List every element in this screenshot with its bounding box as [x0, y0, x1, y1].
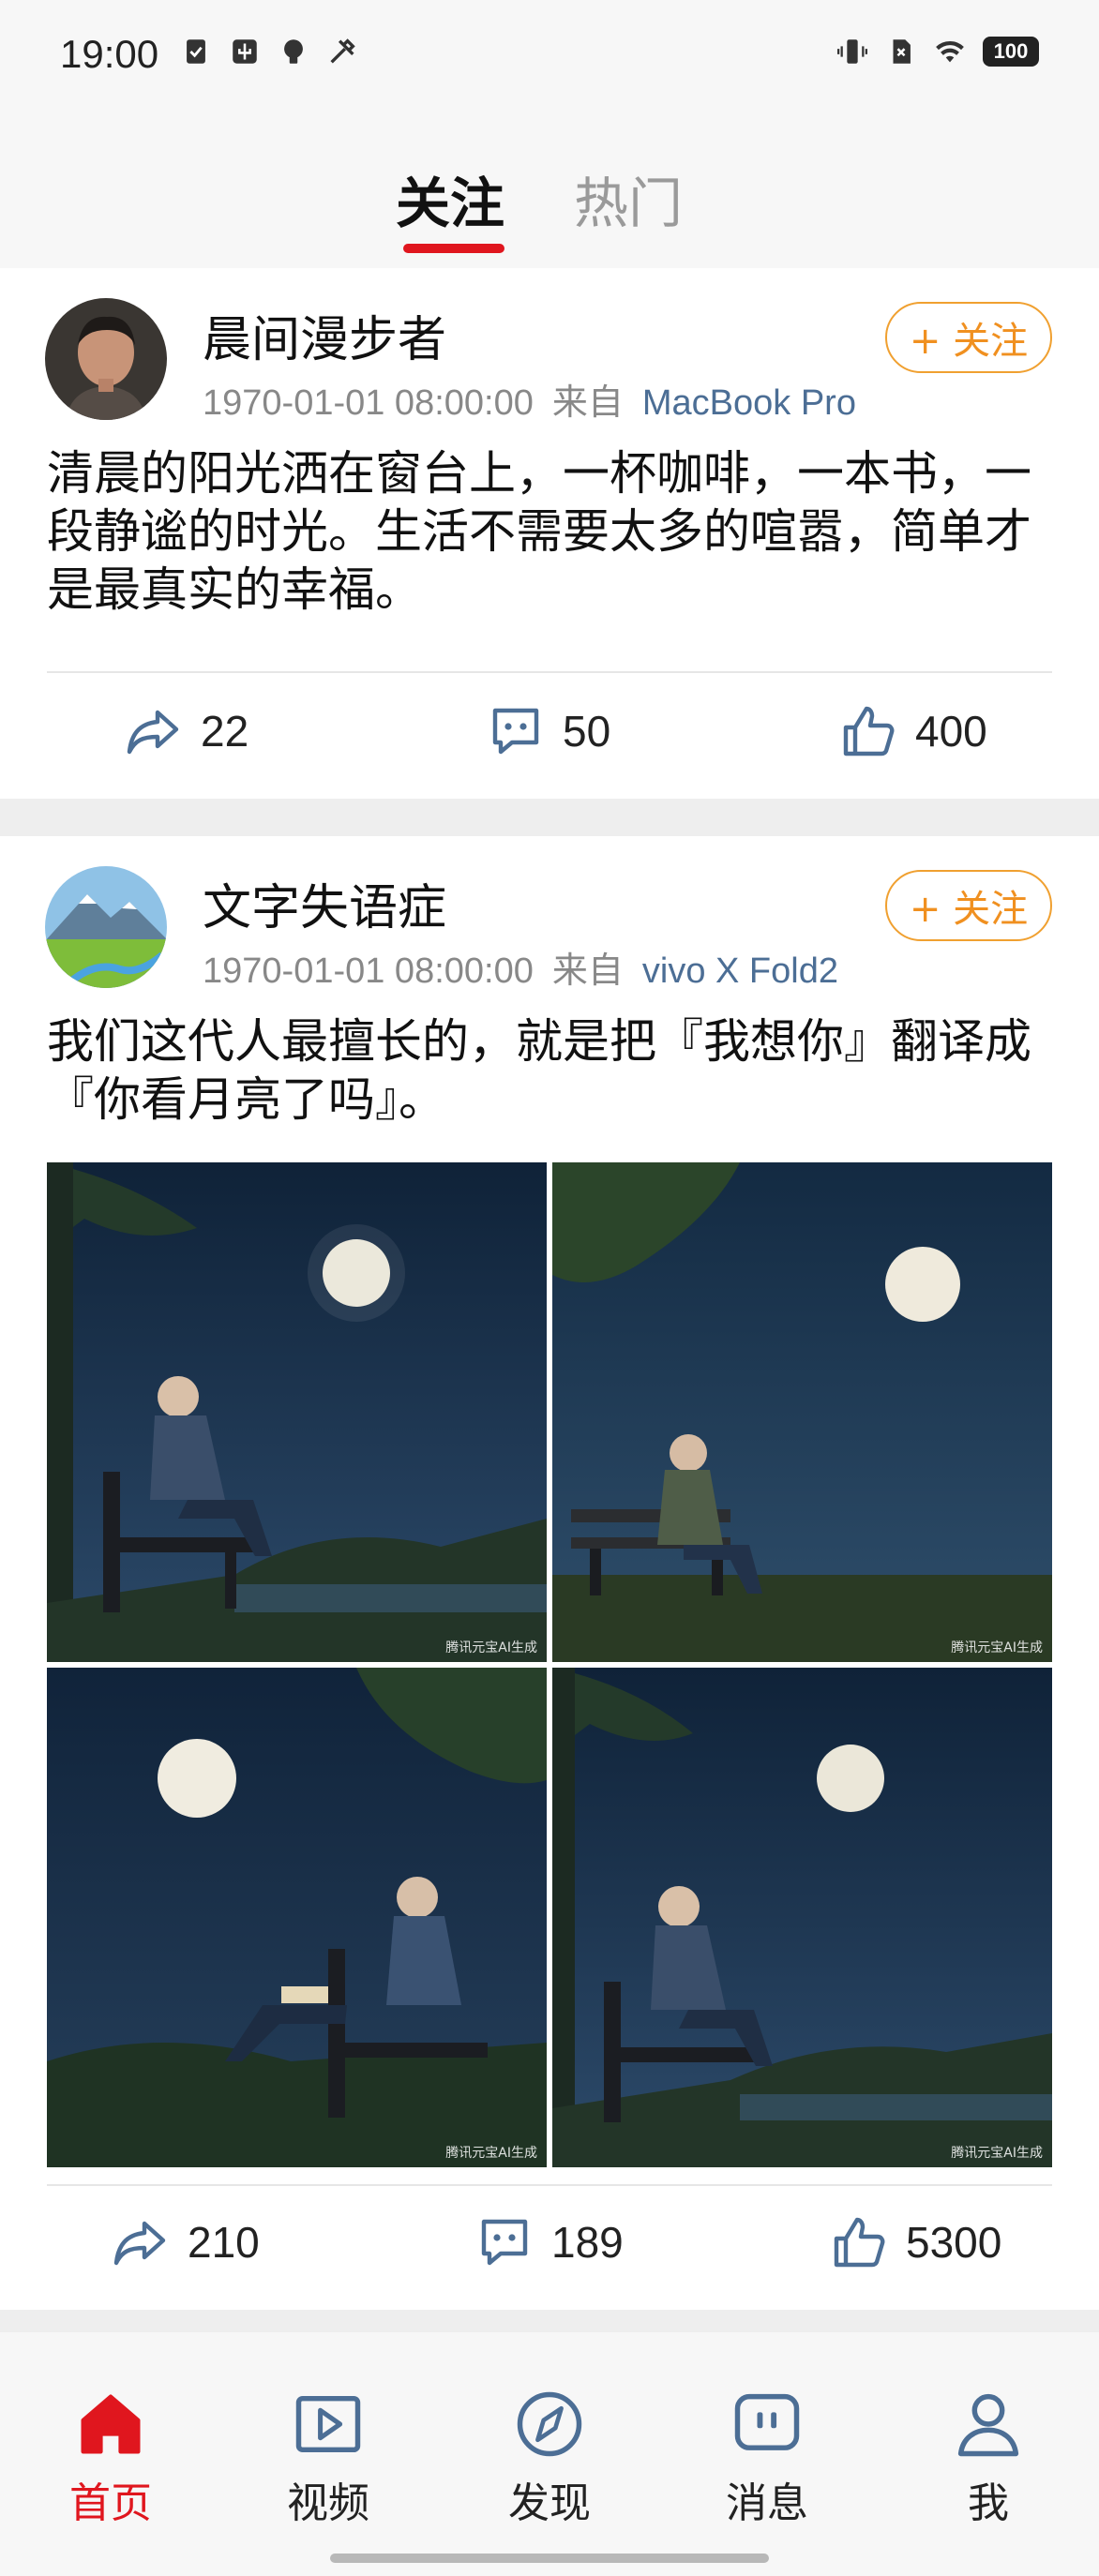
comment-count: 189	[551, 2218, 624, 2267]
nav-label: 首页	[69, 2479, 152, 2527]
comment-button[interactable]: 189	[474, 2212, 624, 2272]
repost-button[interactable]: 210	[111, 2212, 260, 2272]
avatar-portrait-image	[45, 298, 167, 420]
nav-label: 消息	[726, 2479, 808, 2527]
profile-icon	[957, 2393, 1019, 2457]
divider	[47, 2184, 1052, 2186]
nav-video[interactable]: 视频	[253, 2385, 403, 2529]
image-watermark: 腾讯元宝AI生成	[951, 1640, 1043, 1655]
post-image[interactable]: 腾讯元宝AI生成	[552, 1162, 1052, 1662]
like-count: 400	[915, 707, 987, 756]
nav-label: 视频	[287, 2479, 369, 2527]
message-icon	[734, 2393, 800, 2450]
repost-count: 22	[201, 707, 249, 756]
post-actions: 210 189 5300	[0, 2188, 1099, 2300]
avatar-landscape-image	[45, 866, 167, 988]
like-count: 5300	[906, 2218, 1002, 2267]
home-indicator[interactable]	[330, 2554, 769, 2563]
status-bar: 19:00 100	[0, 0, 1099, 112]
repost-count: 210	[188, 2218, 260, 2267]
app-screen: 19:00 100 关注 热门 晨间漫步者 1970-01-01 08:00:0…	[0, 0, 1099, 2576]
author-avatar[interactable]	[45, 866, 167, 988]
moon-night-image	[552, 1162, 1052, 1662]
comment-icon	[481, 2219, 528, 2266]
nav-profile[interactable]: 我	[913, 2385, 1063, 2529]
from-label: 来自	[551, 383, 624, 423]
post-image[interactable]: 腾讯元宝AI生成	[47, 1668, 547, 2167]
nav-home[interactable]: 首页	[36, 2385, 186, 2529]
feed-tabs: 关注 热门	[0, 112, 1099, 268]
share-icon	[127, 710, 179, 755]
post-timestamp: 1970-01-01 08:00:00	[203, 383, 534, 423]
bottom-nav: 首页 视频 发现 消息 我	[0, 2332, 1099, 2576]
tools-icon	[330, 38, 355, 64]
follow-button[interactable]: + 关注	[885, 302, 1052, 373]
usb-debug-icon	[233, 39, 257, 64]
post-actions: 22 50 400	[0, 677, 1099, 789]
author-avatar[interactable]	[45, 298, 167, 420]
like-button[interactable]: 400	[838, 701, 987, 761]
clipboard-check-icon	[187, 39, 205, 64]
follow-button[interactable]: + 关注	[885, 870, 1052, 941]
image-grid: 腾讯元宝AI生成 腾讯元宝AI生成 腾讯元宝AI生成 腾讯元宝AI生成	[47, 1162, 1052, 2167]
post-timestamp: 1970-01-01 08:00:00	[203, 951, 534, 991]
nav-discover[interactable]: 发现	[474, 2385, 625, 2529]
post-card[interactable]: 晨间漫步者 1970-01-01 08:00:00 来自 MacBook Pro +…	[0, 268, 1099, 799]
moon-night-image	[47, 1162, 547, 1662]
battery-indicator: 100	[983, 37, 1039, 67]
vibrate-icon	[836, 39, 868, 64]
status-left-icons	[180, 36, 358, 67]
repost-button[interactable]: 22	[124, 701, 248, 761]
post-card[interactable]: 文字失语症 1970-01-01 08:00:00 来自 vivo X Fold2 …	[0, 836, 1099, 2310]
comment-icon	[492, 708, 539, 755]
author-name[interactable]: 文字失语症	[203, 868, 446, 938]
compass-icon	[517, 2391, 582, 2457]
tab-hot[interactable]: 热门	[574, 159, 683, 238]
post-device[interactable]: vivo X Fold2	[642, 951, 838, 991]
divider	[47, 671, 1052, 673]
post-image[interactable]: 腾讯元宝AI生成	[552, 1668, 1052, 2167]
post-meta: 1970-01-01 08:00:00 来自 MacBook Pro	[203, 373, 856, 425]
thumbs-up-icon	[843, 706, 895, 756]
nav-messages[interactable]: 消息	[692, 2385, 842, 2529]
share-icon	[113, 2221, 166, 2266]
moon-night-image	[47, 1668, 547, 2167]
like-button[interactable]: 5300	[829, 2212, 1001, 2272]
comment-button[interactable]: 50	[486, 701, 610, 761]
comment-count: 50	[563, 707, 611, 756]
status-time: 19:00	[60, 32, 159, 76]
moon-night-image	[552, 1668, 1052, 2167]
post-text[interactable]: 清晨的阳光洒在窗台上，一杯咖啡，一本书，一段静谧的时光。生活不需要太多的喧嚣，简…	[47, 444, 1060, 619]
from-label: 来自	[551, 951, 624, 991]
post-device[interactable]: MacBook Pro	[642, 383, 856, 423]
image-watermark: 腾讯元宝AI生成	[951, 2146, 1043, 2161]
author-name[interactable]: 晨间漫步者	[203, 300, 446, 370]
active-tab-indicator	[403, 244, 504, 253]
status-right-icons: 100	[836, 36, 1039, 67]
post-text[interactable]: 我们这代人最擅长的，就是把『我想你』翻译成『你看月亮了吗』。	[47, 1012, 1060, 1129]
image-watermark: 腾讯元宝AI生成	[445, 1640, 537, 1655]
no-sim-icon	[893, 39, 911, 64]
wifi-icon	[936, 40, 964, 63]
lightbulb-icon	[284, 39, 303, 64]
home-icon	[81, 2394, 141, 2454]
nav-label: 发现	[508, 2479, 591, 2527]
video-icon	[295, 2395, 361, 2453]
post-image[interactable]: 腾讯元宝AI生成	[47, 1162, 547, 1662]
thumbs-up-icon	[834, 2217, 885, 2268]
image-watermark: 腾讯元宝AI生成	[445, 2146, 537, 2161]
tab-follow[interactable]: 关注	[396, 159, 504, 238]
post-meta: 1970-01-01 08:00:00 来自 vivo X Fold2	[203, 941, 838, 993]
nav-label: 我	[968, 2479, 1009, 2527]
